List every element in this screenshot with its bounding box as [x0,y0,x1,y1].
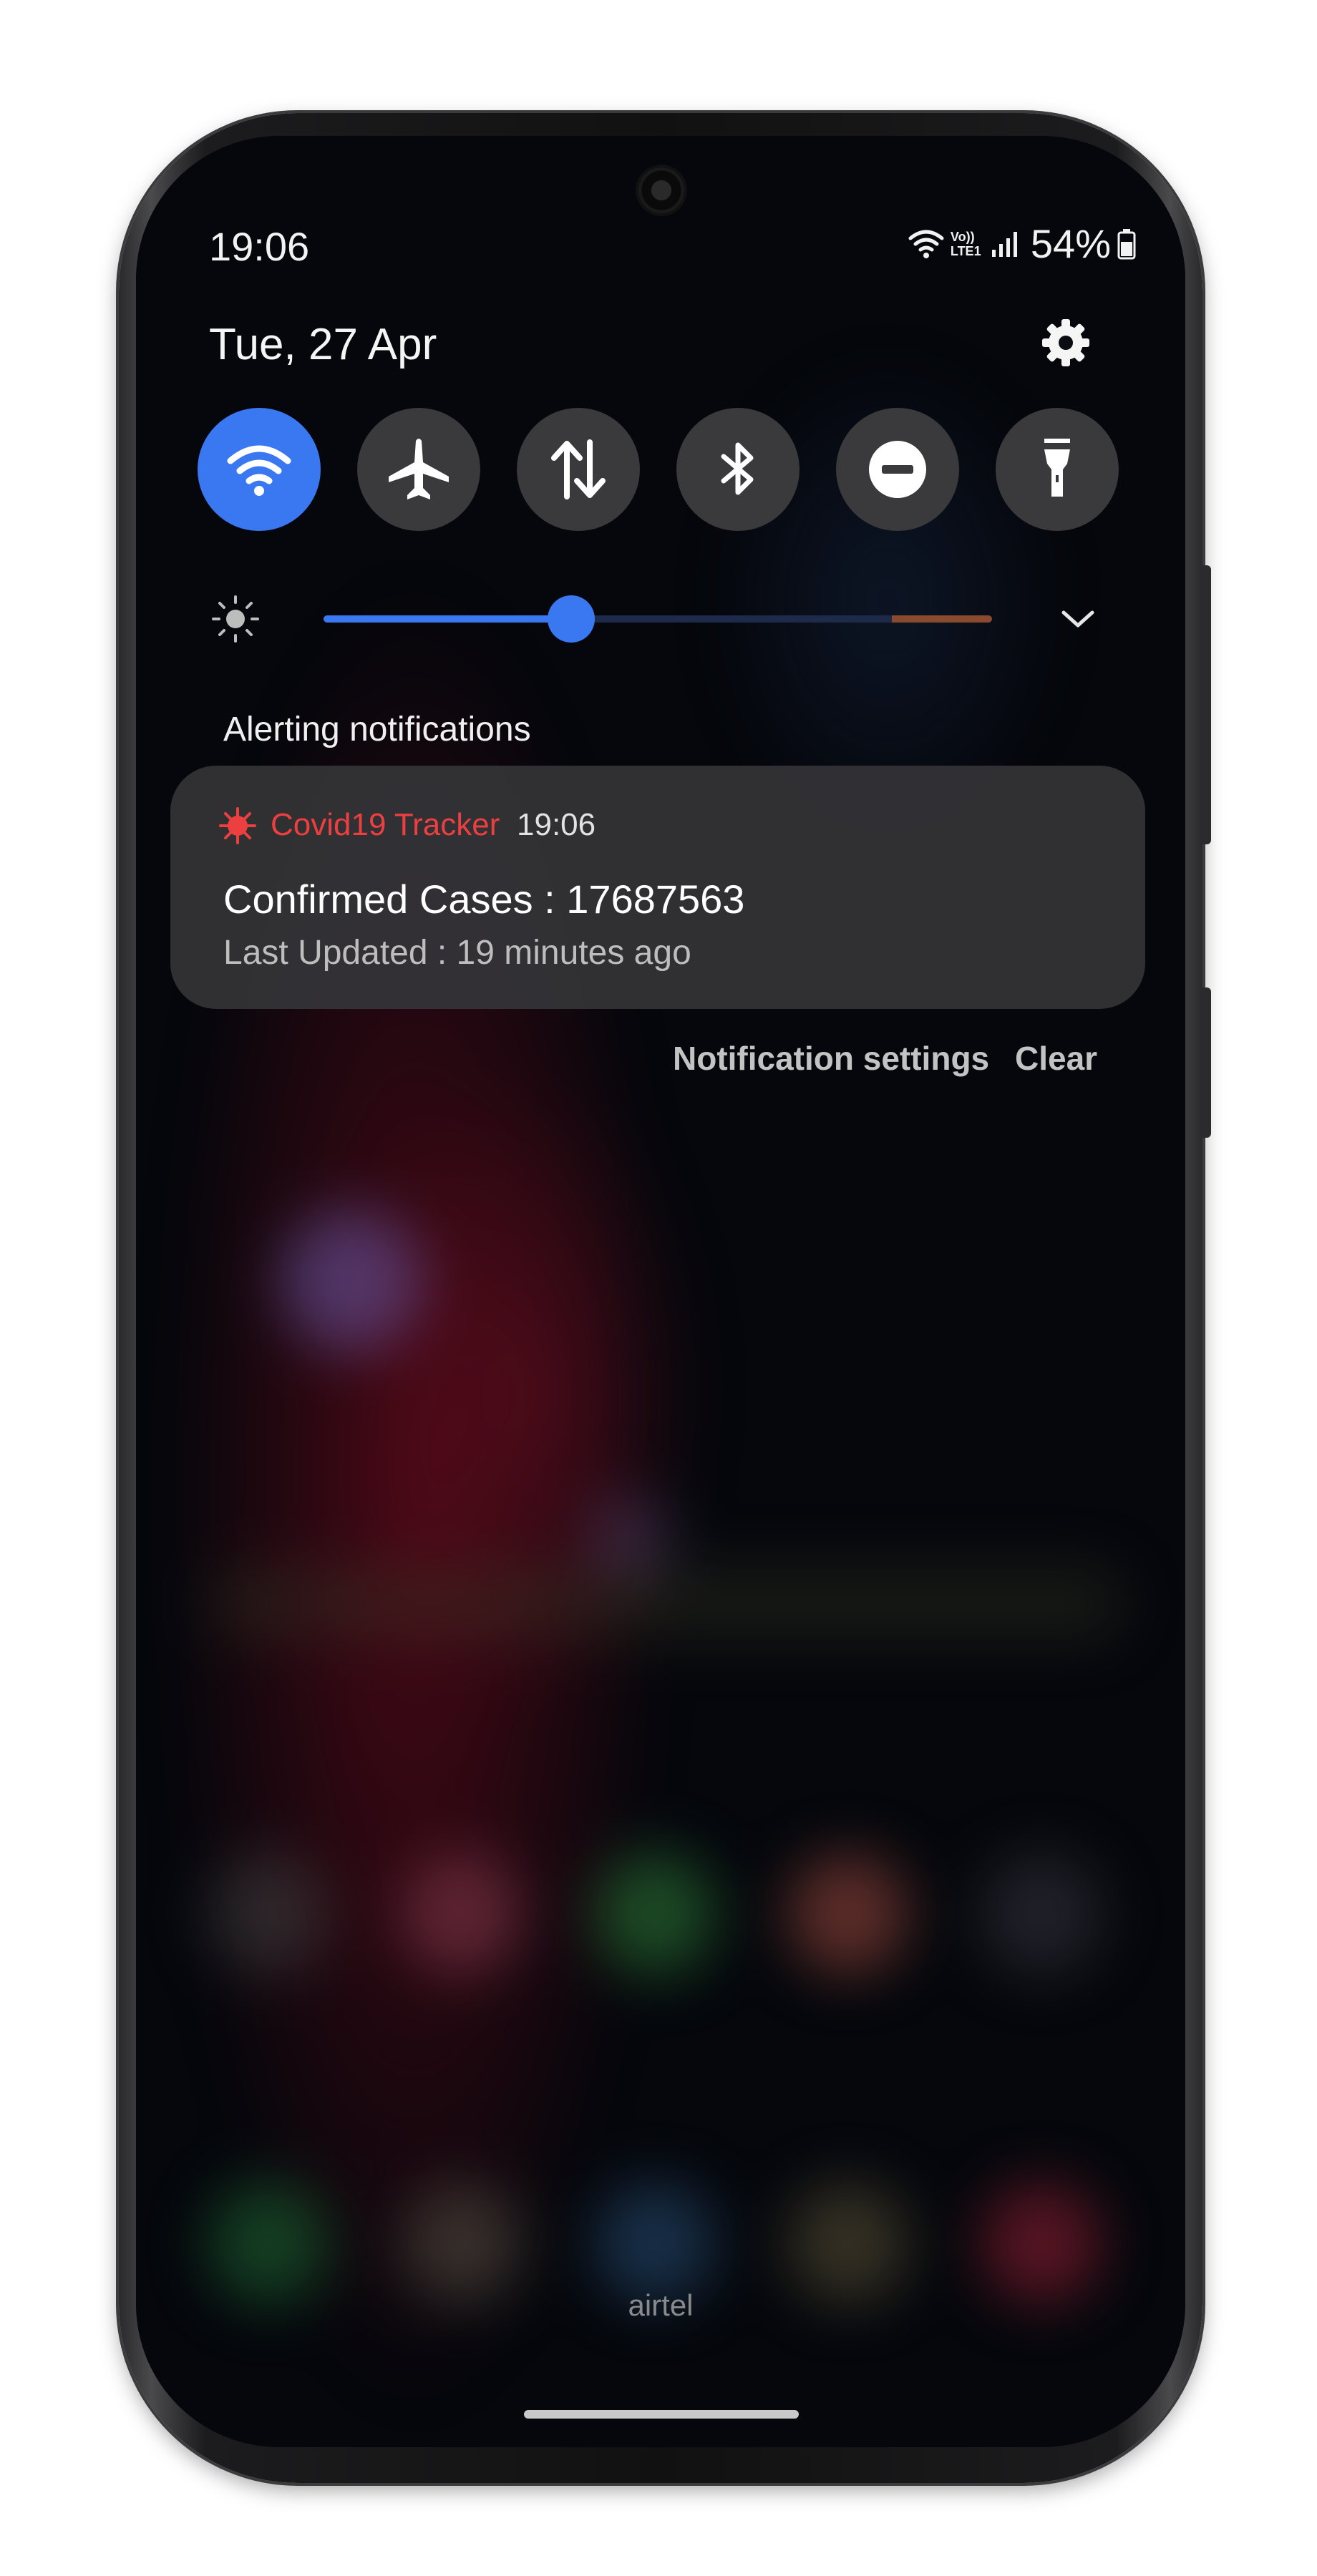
screen: 19:06 Vo)) LTE1 54% Tue, 27 Apr Alerting… [136,136,1185,2447]
brightness-slider-warm-range [892,615,992,623]
signal-icon [991,231,1017,257]
notification-app-name: Covid19 Tracker [271,807,500,842]
status-time: 19:06 [209,224,310,269]
bluetooth-toggle[interactable] [676,408,800,531]
notification-card[interactable]: Covid19 Tracker 19:06 Confirmed Cases : … [170,766,1145,1009]
bluetooth-icon [721,442,754,495]
airplane-icon [389,439,449,499]
flashlight-icon [1044,439,1070,497]
power-button [1202,987,1211,1138]
notification-actions: Notification settings Clear [136,1039,1185,1089]
virus-icon [219,807,256,844]
chevron-down-icon[interactable] [1058,601,1098,637]
airplane-mode-toggle[interactable] [357,408,480,531]
wifi-status-icon [908,230,944,258]
notification-text: Last Updated : 19 minutes ago [223,934,691,972]
battery-icon [1117,228,1136,259]
do-not-disturb-toggle[interactable] [836,408,959,531]
network-type-label: Vo)) LTE1 [950,229,981,258]
brightness-slider-thumb[interactable] [548,595,595,643]
home-indicator[interactable] [524,2410,799,2419]
brightness-slider-fill [324,615,571,623]
gear-icon[interactable] [1039,316,1092,369]
carrier-label: airtel [628,2288,694,2322]
brightness-slider-track [571,615,892,623]
clear-button[interactable]: Clear [1015,1039,1097,1078]
date: Tue, 27 Apr [209,320,437,369]
flashlight-toggle[interactable] [996,408,1119,531]
battery-level: 54% [1030,221,1111,266]
notification-settings-button[interactable]: Notification settings [673,1039,989,1078]
quick-settings [198,408,1119,531]
notification-time: 19:06 [517,807,596,842]
mobile-data-toggle[interactable] [517,408,640,531]
notification-title: Confirmed Cases : 17687563 [223,877,745,922]
data-arrows-icon [551,439,606,499]
section-title: Alerting notifications [223,711,531,748]
volume-button [1202,565,1211,844]
wifi-toggle[interactable] [198,408,321,531]
brightness-icon [212,595,259,643]
front-camera [638,167,684,213]
minus-circle-icon [869,441,926,498]
wifi-icon [227,445,291,496]
brightness-slider[interactable] [324,615,992,623]
status-icons: Vo)) LTE1 54% [908,220,1137,267]
